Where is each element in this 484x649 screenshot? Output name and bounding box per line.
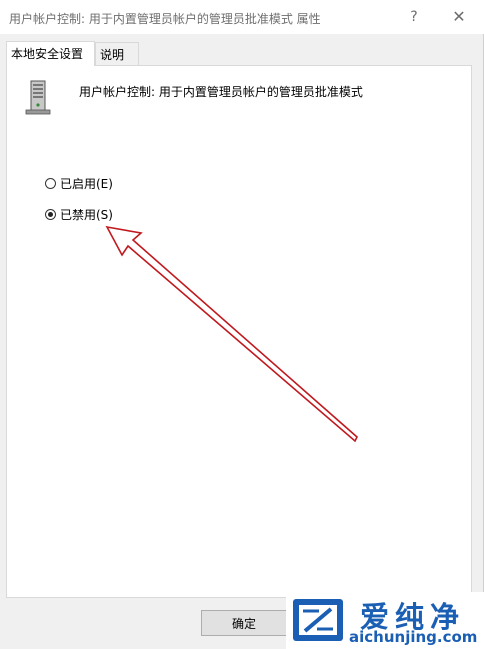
help-button[interactable]: ? bbox=[403, 6, 425, 28]
watermark: 爱纯净 aichunjing.com bbox=[286, 592, 484, 649]
close-button[interactable]: ✕ bbox=[448, 6, 470, 28]
server-icon bbox=[25, 80, 51, 115]
brand-logo-icon bbox=[293, 599, 343, 641]
title-bar: 用户帐户控制: 用于内置管理员帐户的管理员批准模式 属性 ? ✕ bbox=[0, 0, 484, 34]
enabled-option[interactable]: 已启用(E) bbox=[45, 174, 113, 192]
tab-panel: 用户帐户控制: 用于内置管理员帐户的管理员批准模式 已启用(E) 已禁用(S) bbox=[6, 65, 472, 598]
window-title: 用户帐户控制: 用于内置管理员帐户的管理员批准模式 属性 bbox=[9, 12, 321, 26]
disabled-radio[interactable] bbox=[45, 208, 56, 220]
disabled-label[interactable]: 已禁用(S) bbox=[60, 206, 113, 223]
tab-explain[interactable]: 说明 bbox=[95, 42, 139, 65]
policy-name: 用户帐户控制: 用于内置管理员帐户的管理员批准模式 bbox=[79, 85, 363, 99]
ok-button[interactable]: 确定 bbox=[201, 610, 287, 636]
enabled-label[interactable]: 已启用(E) bbox=[60, 175, 113, 192]
brand-url: aichunjing.com bbox=[349, 628, 478, 646]
properties-dialog: 用户帐户控制: 用于内置管理员帐户的管理员批准模式 属性 ? ✕ 本地安全设置 … bbox=[0, 0, 484, 649]
tab-local-security-setting[interactable]: 本地安全设置 bbox=[6, 41, 95, 66]
enabled-radio[interactable] bbox=[45, 177, 56, 189]
disabled-option[interactable]: 已禁用(S) bbox=[45, 205, 113, 223]
